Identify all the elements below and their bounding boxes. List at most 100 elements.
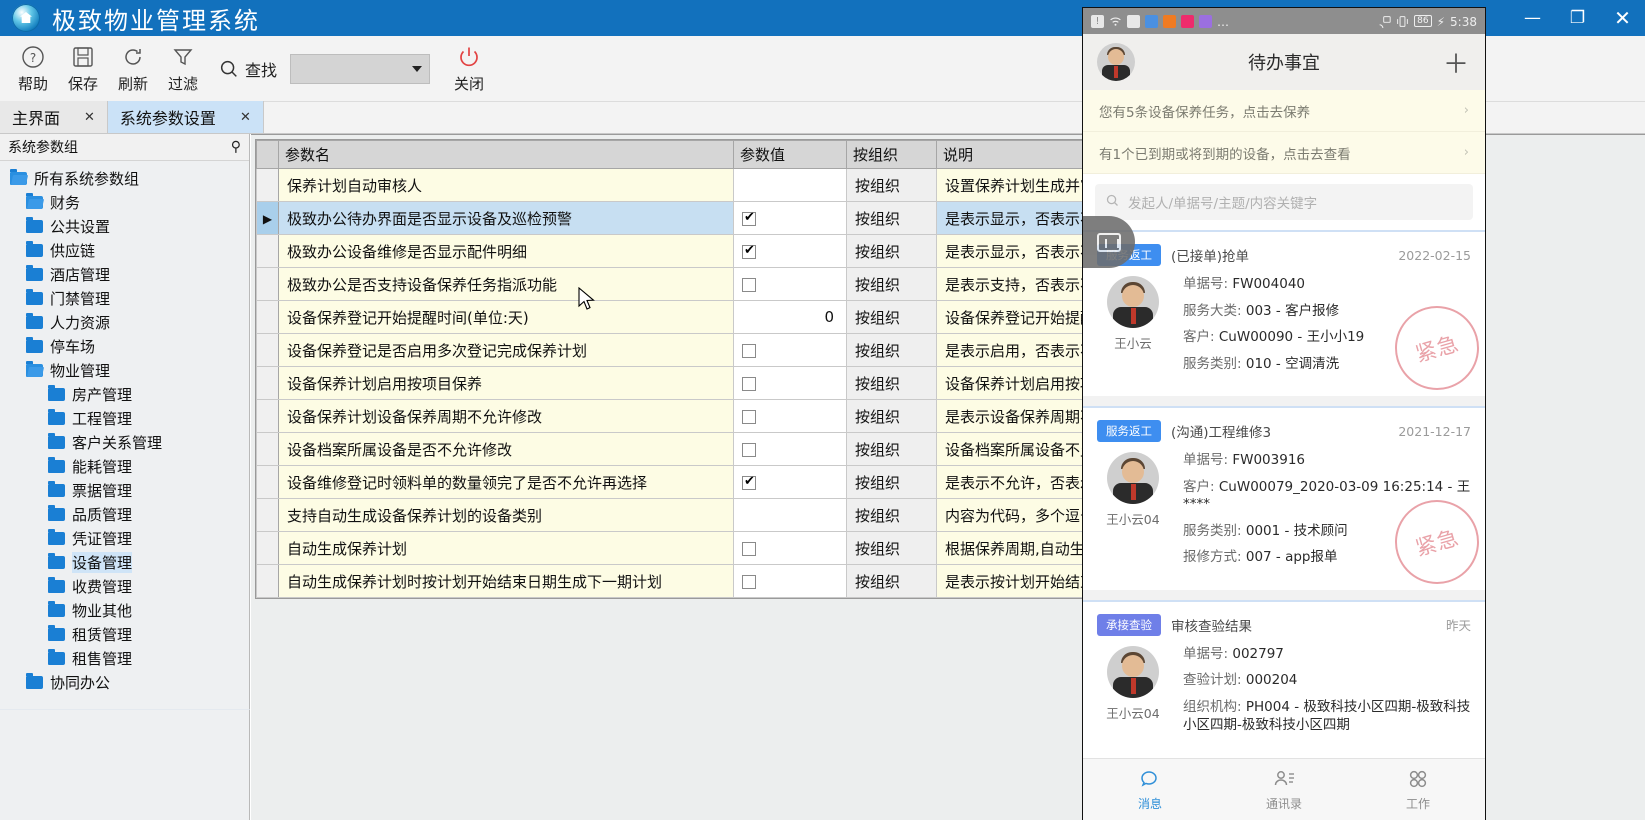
cell-param-value[interactable] [733, 432, 847, 466]
cell-param-value[interactable] [733, 531, 847, 565]
minimize-button[interactable]: — [1510, 0, 1555, 36]
cell-param-name[interactable]: 极致办公是否支持设备保养任务指派功能 [278, 267, 734, 301]
sidebar-item[interactable]: 公共设置 [0, 214, 249, 238]
cell-param-value[interactable] [733, 267, 847, 301]
cell-param-name[interactable]: 设备保养计划设备保养周期不允许修改 [278, 399, 734, 433]
sidebar-item[interactable]: 票据管理 [0, 478, 249, 502]
toolbar-filter-button[interactable]: 过滤 [158, 38, 208, 100]
row-marker[interactable] [256, 564, 279, 598]
sidebar-item[interactable]: 设备管理 [0, 550, 249, 574]
grid-col-param-value[interactable]: 参数值 [733, 140, 847, 169]
sidebar-item[interactable]: 客户关系管理 [0, 430, 249, 454]
cell-param-name[interactable]: 保养计划自动审核人 [278, 168, 734, 202]
cell-param-name[interactable]: 自动生成保养计划时按计划开始结束日期生成下一期计划 [278, 564, 734, 598]
param-checkbox[interactable] [742, 210, 756, 226]
param-checkbox[interactable] [742, 409, 756, 424]
notice-item[interactable]: 您有5条设备保养任务，点击去保养 › [1083, 90, 1485, 132]
param-checkbox[interactable] [742, 541, 756, 556]
sidebar-item[interactable]: 门禁管理 [0, 286, 249, 310]
sidebar-item[interactable]: 收费管理 [0, 574, 249, 598]
toolbar-help-button[interactable]: ? 帮助 [8, 38, 58, 100]
tab-system-params[interactable]: 系统参数设置 ✕ [107, 101, 264, 133]
sidebar-item[interactable]: 凭证管理 [0, 526, 249, 550]
cell-param-value[interactable] [733, 465, 847, 499]
param-checkbox[interactable] [742, 277, 756, 292]
grid-col-by-org[interactable]: 按组织 [846, 140, 937, 169]
tab-system-params-close-icon[interactable]: ✕ [240, 110, 251, 125]
toolbar-save-button[interactable]: 保存 [58, 38, 108, 100]
sidebar-item[interactable]: 工程管理 [0, 406, 249, 430]
cell-param-name[interactable]: 设备保养登记是否启用多次登记完成保养计划 [278, 333, 734, 367]
cell-param-name[interactable]: 极致办公设备维修是否显示配件明细 [278, 234, 734, 268]
todo-card[interactable]: 服务返工(已接单)抢单2022-02-15王小云单据号: FW004040服务大… [1083, 230, 1485, 401]
param-checkbox[interactable] [742, 574, 756, 589]
sidebar-item[interactable]: 协同办公 [0, 670, 249, 694]
row-marker[interactable] [256, 399, 279, 433]
close-button[interactable]: ✕ [1600, 0, 1645, 36]
tab-main-close-icon[interactable]: ✕ [84, 110, 95, 125]
sidebar-item[interactable]: 租售管理 [0, 646, 249, 670]
grid-col-param-name[interactable]: 参数名 [278, 140, 734, 169]
pin-icon[interactable]: ⚲ [231, 139, 241, 155]
cell-param-name[interactable]: 设备保养计划启用按项目保养 [278, 366, 734, 400]
tab-work[interactable]: 工作 [1351, 759, 1485, 820]
cell-param-name[interactable]: 设备维修登记时领料单的数量领完了是否不允许再选择 [278, 465, 734, 499]
todo-card[interactable]: 承接查验 审核查验结果 昨天 王小云04 单据号: 002797 查验计划: 000204… [1083, 599, 1485, 760]
todo-card[interactable]: 服务返工 (沟通)工程维修3 2021-12-17 王小云04 单据号: FW00391… [1083, 406, 1485, 594]
row-marker[interactable] [256, 267, 279, 301]
notice-item[interactable]: 有1个已到期或将到期的设备，点击去查看 › [1083, 132, 1485, 174]
cell-param-value[interactable] [733, 234, 847, 268]
param-checkbox[interactable] [742, 376, 756, 391]
param-checkbox[interactable] [742, 243, 756, 259]
sidebar-item[interactable]: 能耗管理 [0, 454, 249, 478]
chevron-down-icon[interactable] [412, 65, 423, 72]
param-checkbox[interactable] [742, 442, 756, 457]
sidebar-item[interactable]: 品质管理 [0, 502, 249, 526]
maximize-button[interactable]: ❐ [1555, 0, 1600, 36]
sidebar-item[interactable]: 物业其他 [0, 598, 249, 622]
sidebar-item[interactable]: 酒店管理 [0, 262, 249, 286]
row-marker[interactable] [256, 432, 279, 466]
search-input[interactable]: 发起人/单据号/主题/内容关键字 [1095, 184, 1473, 220]
row-marker[interactable] [256, 531, 279, 565]
sidebar-item[interactable]: 所有系统参数组 [0, 166, 249, 190]
add-button[interactable]: ＋ [1443, 44, 1469, 81]
cell-param-value[interactable]: 0 [733, 300, 847, 334]
cell-param-name[interactable]: 支持自动生成设备保养计划的设备类别 [278, 498, 734, 532]
cell-param-name[interactable]: 极致办公待办界面是否显示设备及巡检预警 [278, 201, 734, 235]
row-marker[interactable] [256, 366, 279, 400]
param-checkbox[interactable] [742, 343, 756, 358]
cell-param-value[interactable] [733, 564, 847, 598]
tab-contacts[interactable]: 通讯录 [1217, 759, 1351, 820]
row-marker[interactable] [256, 168, 279, 202]
row-marker[interactable] [256, 333, 279, 367]
cell-param-value[interactable] [733, 399, 847, 433]
sidebar-item[interactable]: 租赁管理 [0, 622, 249, 646]
cell-param-value[interactable] [733, 168, 847, 202]
row-marker[interactable] [256, 234, 279, 268]
sidebar-item[interactable]: 供应链 [0, 238, 249, 262]
tab-main[interactable]: 主界面 ✕ [0, 101, 108, 133]
cell-param-value[interactable] [733, 333, 847, 367]
param-checkbox[interactable] [742, 474, 756, 490]
todo-card-list[interactable]: 服务返工(已接单)抢单2022-02-15王小云单据号: FW004040服务大… [1083, 230, 1485, 782]
cell-param-value[interactable] [733, 201, 847, 235]
sidebar-item[interactable]: 物业管理 [0, 358, 249, 382]
cell-param-value[interactable] [733, 498, 847, 532]
row-marker[interactable] [256, 465, 279, 499]
sidebar-item[interactable]: 停车场 [0, 334, 249, 358]
row-marker[interactable] [256, 498, 279, 532]
cell-param-name[interactable]: 自动生成保养计划 [278, 531, 734, 565]
cell-param-name[interactable]: 设备保养登记开始提醒时间(单位:天) [278, 300, 734, 334]
cell-param-value[interactable] [733, 366, 847, 400]
sidebar-item[interactable]: 财务 [0, 190, 249, 214]
cell-param-name[interactable]: 设备档案所属设备是否不允许修改 [278, 432, 734, 466]
sidebar-item[interactable]: 人力资源 [0, 310, 249, 334]
toolbar-refresh-button[interactable]: 刷新 [108, 38, 158, 100]
find-combobox[interactable] [290, 53, 431, 84]
tab-messages[interactable]: 消息 [1083, 759, 1217, 820]
toolbar-close-button[interactable]: 关闭 [444, 38, 494, 100]
screen-share-icon[interactable] [1083, 216, 1135, 268]
row-marker[interactable] [256, 300, 279, 334]
sidebar-item[interactable]: 房产管理 [0, 382, 249, 406]
